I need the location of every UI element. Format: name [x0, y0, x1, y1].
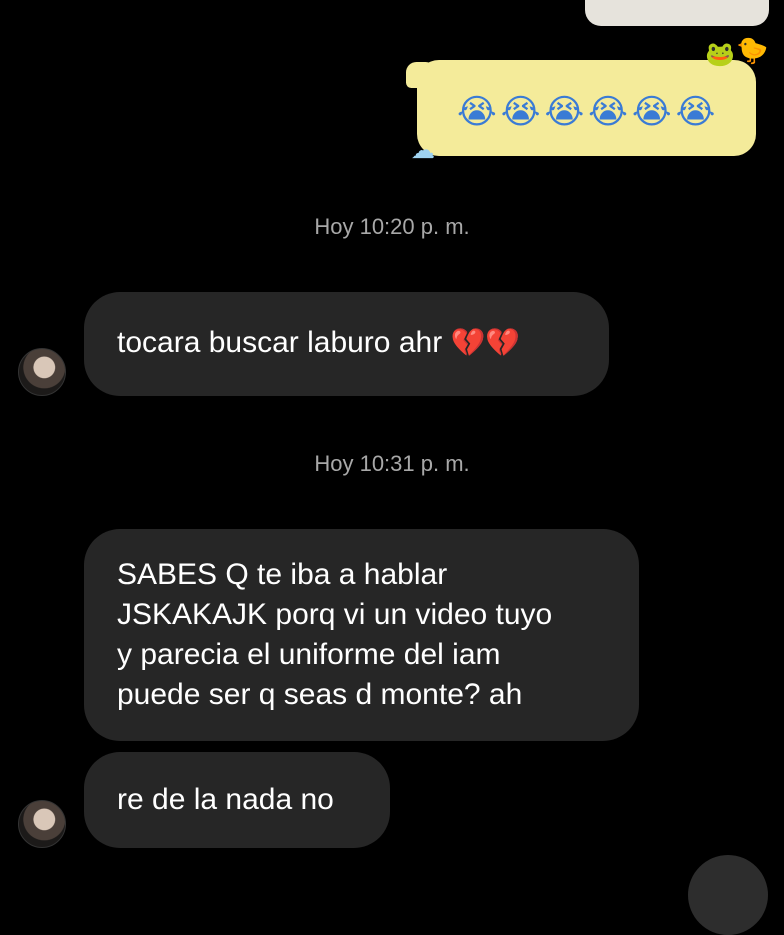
crying-emojis: 😭😭😭😭😭😭: [457, 92, 720, 132]
sender-avatar[interactable]: [18, 348, 66, 396]
received-message-bubble[interactable]: re de la nada no: [84, 752, 390, 848]
received-message-bubble[interactable]: tocara buscar laburo ahr 💔💔: [84, 292, 609, 396]
sender-avatar[interactable]: [18, 800, 66, 848]
previous-sent-bubble[interactable]: [585, 0, 769, 26]
message-line: JSKAKAJK porq vi un video tuyo: [117, 598, 553, 631]
duck-sticker-icon: 🐤: [736, 36, 769, 66]
timestamp: Hoy 10:31 p. m.: [314, 451, 470, 476]
message-line: y parecia el uniforme del iam: [117, 638, 501, 671]
timestamp: Hoy 10:20 p. m.: [314, 214, 470, 239]
broken-heart-emojis: 💔💔: [450, 326, 521, 359]
message-line: SABES Q te iba a hablar: [117, 558, 448, 591]
sent-message-bubble[interactable]: 😭😭😭😭😭😭: [417, 60, 756, 156]
scroll-down-button[interactable]: [688, 855, 768, 935]
received-message-bubble[interactable]: SABES Q te iba a hablar JSKAKAJK porq vi…: [84, 529, 639, 741]
message-text: tocara buscar laburo ahr: [117, 326, 443, 359]
frog-sticker-icon: 🐸: [705, 40, 735, 68]
message-text: re de la nada no: [117, 783, 334, 816]
message-line: puede ser q seas d monte? ah: [117, 678, 523, 711]
cloud-sticker-icon: ☁: [411, 136, 435, 164]
